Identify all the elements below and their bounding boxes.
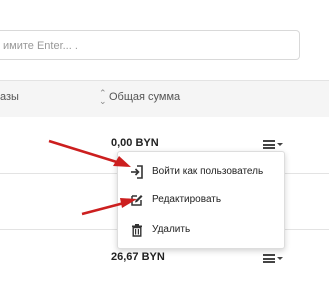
- menu-item-label: Редактировать: [152, 194, 222, 205]
- table-header: азы ⌃ ⌄ Общая сумма: [0, 80, 329, 118]
- menu-icon: [263, 140, 275, 149]
- row-menu-button[interactable]: [263, 253, 287, 267]
- row-total-sum: 0,00 BYN: [111, 137, 159, 149]
- menu-item-edit[interactable]: Редактировать: [118, 187, 284, 213]
- menu-item-label: Удалить: [152, 224, 191, 235]
- row-actions-dropdown: Войти как пользователь Редактировать Уда…: [117, 151, 285, 249]
- sort-icon: ⌃ ⌄: [99, 88, 107, 107]
- edit-icon: [131, 195, 143, 206]
- column-header-total-sum-label: Общая сумма: [109, 91, 181, 103]
- menu-icon: [263, 254, 275, 263]
- trash-icon: [132, 224, 142, 237]
- column-header-orders[interactable]: азы: [0, 81, 19, 117]
- page: имите Enter... . азы ⌃ ⌄ Общая сумма 0,00 …: [0, 0, 329, 305]
- caret-down-icon: [277, 257, 283, 260]
- caret-down-icon: [277, 143, 283, 146]
- column-header-total-sum[interactable]: ⌃ ⌄ Общая сумма: [99, 81, 180, 117]
- row-total-sum: 26,67 BYN: [111, 251, 165, 263]
- search-input[interactable]: имите Enter... .: [0, 30, 300, 60]
- menu-item-login-as-user[interactable]: Войти как пользователь: [118, 159, 284, 185]
- menu-item-label: Войти как пользователь: [152, 166, 264, 177]
- login-icon: [131, 165, 143, 179]
- menu-item-delete[interactable]: Удалить: [118, 217, 284, 243]
- search-panel: имите Enter... .: [0, 0, 329, 80]
